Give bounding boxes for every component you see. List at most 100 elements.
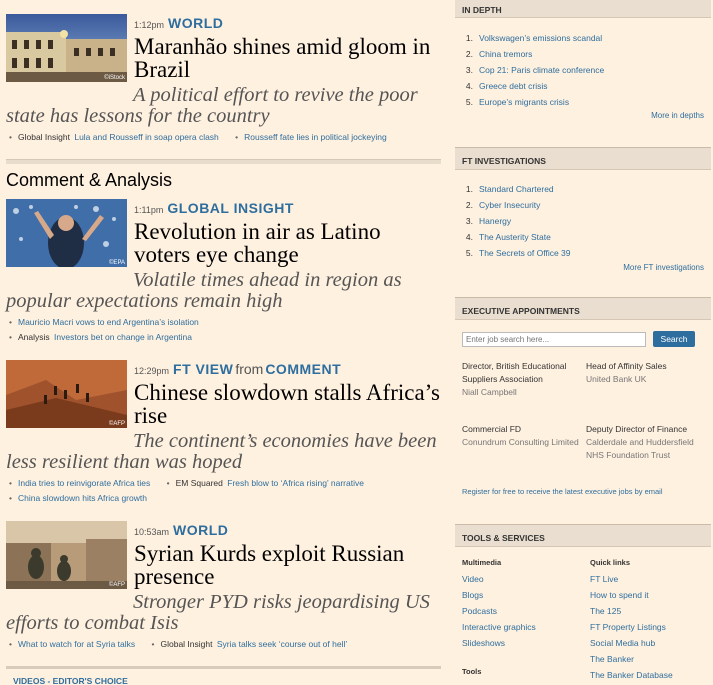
related-label: Analysis bbox=[17, 332, 50, 342]
image-credit: ©EPA bbox=[109, 260, 125, 266]
section-link-ftview[interactable]: FT VIEW bbox=[173, 361, 233, 377]
bullet-icon: • bbox=[9, 478, 12, 488]
related-links: • China slowdown hits Africa growth bbox=[6, 493, 147, 503]
story-headline[interactable]: Syrian Kurds exploit Russian presence bbox=[134, 542, 442, 588]
bullet-icon: • bbox=[9, 317, 12, 327]
section-title-comment: Comment & Analysis bbox=[6, 170, 173, 190]
related-link[interactable]: China slowdown hits Africa growth bbox=[18, 493, 147, 503]
job-title[interactable]: Head of Affinity Sales bbox=[586, 360, 706, 373]
videos-header[interactable]: VIDEOS - EDITOR'S CHOICE bbox=[13, 676, 128, 685]
related-link[interactable]: Lula and Rousseff in soap opera clash bbox=[74, 132, 218, 142]
bullet-icon: • bbox=[151, 639, 155, 649]
story-time: 12:29pm bbox=[134, 366, 170, 376]
related-link[interactable]: Syria talks seek ‘course out of hell’ bbox=[217, 639, 347, 649]
story-time: 10:53am bbox=[134, 527, 170, 537]
multimedia-link[interactable]: Blogs bbox=[462, 590, 483, 600]
job-title[interactable]: Commercial FD bbox=[462, 423, 582, 436]
multimedia-link[interactable]: Podcasts bbox=[462, 606, 497, 616]
story-standfirst: Stronger PYD risks jeopardising US effor… bbox=[6, 591, 430, 634]
from-label: from bbox=[235, 361, 264, 377]
section-link[interactable]: WORLD bbox=[168, 15, 223, 31]
job-listing[interactable]: Commercial FD Conundrum Consulting Limit… bbox=[462, 423, 582, 449]
section-divider bbox=[6, 666, 441, 669]
job-listing[interactable]: Director, British Educational Suppliers … bbox=[462, 360, 582, 399]
quick-link[interactable]: Social Media hub bbox=[590, 638, 655, 648]
job-listing[interactable]: Deputy Director of Finance Calderdale an… bbox=[586, 423, 706, 462]
job-company: United Bank UK bbox=[586, 374, 647, 384]
story-standfirst: A political effort to revive the poor st… bbox=[6, 84, 418, 127]
more-in-depths-link[interactable]: More in depths bbox=[651, 111, 704, 120]
quick-link[interactable]: The Banker Database bbox=[590, 670, 673, 680]
bullet-icon: • bbox=[9, 493, 12, 503]
job-company: Niall Campbell bbox=[462, 387, 517, 397]
job-search-button[interactable]: Search bbox=[653, 331, 695, 347]
job-listing[interactable]: Head of Affinity Sales United Bank UK bbox=[586, 360, 706, 386]
quick-links-header: Quick links bbox=[590, 558, 631, 567]
story-standfirst: The continent’s economies have been less… bbox=[6, 430, 437, 473]
story-headline[interactable]: Chinese slowdown stalls Africa’s rise bbox=[134, 381, 442, 427]
related-links: • India tries to reinvigorate Africa ties… bbox=[6, 478, 364, 488]
panel-title: EXECUTIVE APPOINTMENTS bbox=[455, 298, 711, 320]
story-standfirst: Volatile times ahead in region as popula… bbox=[6, 269, 402, 312]
multimedia-link[interactable]: Slideshows bbox=[462, 638, 505, 648]
job-title[interactable]: Director, British Educational Suppliers … bbox=[462, 360, 582, 386]
section-divider bbox=[6, 159, 441, 164]
quick-link[interactable]: The 125 bbox=[590, 606, 621, 616]
tools-panel: TOOLS & SERVICES bbox=[455, 524, 711, 685]
story-image-latino[interactable]: ©EPA bbox=[6, 199, 127, 267]
job-company: Calderdale and Huddersfield NHS Foundati… bbox=[586, 437, 694, 460]
image-credit: ©iStock bbox=[104, 75, 125, 81]
section-link[interactable]: WORLD bbox=[173, 522, 228, 538]
related-link[interactable]: Rousseff fate lies in political jockeyin… bbox=[244, 132, 387, 142]
multimedia-link[interactable]: Interactive graphics bbox=[462, 622, 536, 632]
tools-header: Tools bbox=[462, 667, 482, 676]
related-label: Global Insight bbox=[160, 639, 213, 649]
job-title[interactable]: Deputy Director of Finance bbox=[586, 423, 706, 436]
related-link[interactable]: India tries to reinvigorate Africa ties bbox=[18, 478, 150, 488]
related-links: • Global Insight Lula and Rousseff in soa… bbox=[6, 132, 387, 142]
job-company: Conundrum Consulting Limited bbox=[462, 437, 579, 447]
multimedia-header: Multimedia bbox=[462, 558, 502, 567]
panel-title: TOOLS & SERVICES bbox=[455, 525, 711, 547]
bullet-icon: • bbox=[235, 132, 239, 142]
story-image-maranhao[interactable]: ©iStock bbox=[6, 14, 127, 82]
related-links: • Mauricio Macri vows to end Argentina’s … bbox=[6, 317, 199, 327]
story-meta: 12:29pm FT VIEW from COMMENT bbox=[134, 361, 341, 377]
related-link[interactable]: Fresh blow to ‘Africa rising’ narrative bbox=[227, 478, 364, 488]
story-headline[interactable]: Maranhão shines amid gloom in Brazil bbox=[134, 35, 442, 81]
story-meta: 1:11pm GLOBAL INSIGHT bbox=[134, 200, 294, 216]
more-investigations-link[interactable]: More FT investigations bbox=[623, 263, 704, 272]
quick-link[interactable]: FT Live bbox=[590, 574, 618, 584]
section-link[interactable]: GLOBAL INSIGHT bbox=[167, 200, 294, 216]
image-credit: ©AFP bbox=[108, 421, 125, 427]
story-meta: 10:53am WORLD bbox=[134, 522, 228, 538]
related-link[interactable]: What to watch for at Syria talks bbox=[18, 639, 135, 649]
story-headline[interactable]: Revolution in air as Latino voters eye c… bbox=[134, 220, 442, 266]
section-link-comment[interactable]: COMMENT bbox=[265, 361, 341, 377]
story-image-kurds[interactable]: ©AFP bbox=[6, 521, 127, 589]
appointments-panel: EXECUTIVE APPOINTMENTS bbox=[455, 297, 711, 511]
quick-link[interactable]: FT Property Listings bbox=[590, 622, 666, 632]
panel-title: IN DEPTH bbox=[455, 0, 711, 18]
story-meta: 1:12pm WORLD bbox=[134, 15, 223, 31]
bullet-icon: • bbox=[9, 332, 12, 342]
related-links: • What to watch for at Syria talks • Globa… bbox=[6, 639, 347, 649]
related-link[interactable]: Investors bet on change in Argentina bbox=[54, 332, 192, 342]
story-time: 1:12pm bbox=[134, 20, 165, 30]
job-search-input[interactable] bbox=[462, 332, 646, 347]
story-time: 1:11pm bbox=[134, 205, 164, 215]
story-image-africa[interactable]: ©AFP bbox=[6, 360, 127, 428]
bullet-icon: • bbox=[9, 132, 12, 142]
multimedia-link[interactable]: Video bbox=[462, 574, 484, 584]
quick-link[interactable]: The Banker bbox=[590, 654, 634, 664]
related-link[interactable]: Mauricio Macri vows to end Argentina’s i… bbox=[18, 317, 199, 327]
quick-link[interactable]: How to spend it bbox=[590, 590, 649, 600]
related-links: • Analysis Investors bet on change in Arg… bbox=[6, 332, 192, 342]
image-credit: ©AFP bbox=[108, 582, 125, 588]
related-label: Global Insight bbox=[17, 132, 70, 142]
related-label: EM Squared bbox=[175, 478, 223, 488]
register-jobs-link[interactable]: Register for free to receive the latest … bbox=[462, 487, 663, 496]
bullet-icon: • bbox=[166, 478, 170, 488]
bullet-icon: • bbox=[9, 639, 12, 649]
panel-title: FT INVESTIGATIONS bbox=[455, 148, 711, 170]
